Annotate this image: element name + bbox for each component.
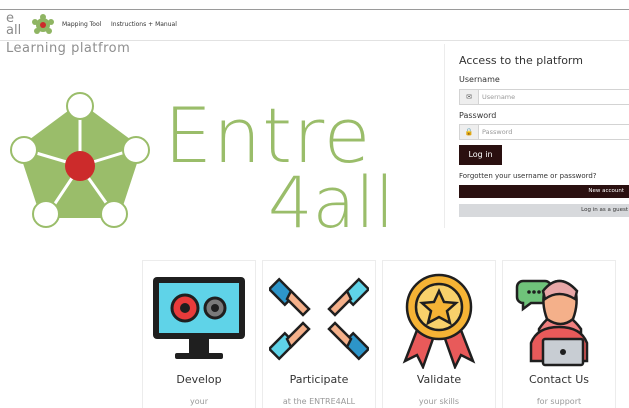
card-develop-title: Develop: [176, 373, 222, 386]
medal-badge-icon: [402, 273, 476, 369]
login-heading: Access to the platform: [459, 54, 583, 67]
nav-mapping-tool[interactable]: Mapping Tool: [62, 21, 101, 28]
card-participate-subtitle: at the ENTRE4ALL: [282, 397, 356, 406]
lock-icon: 🔒: [460, 125, 479, 139]
site-title: Learning platfrom: [6, 41, 131, 56]
card-participate[interactable]: Participate at the ENTRE4ALL: [262, 260, 376, 408]
new-account-button[interactable]: New account: [459, 185, 629, 198]
card-validate[interactable]: Validate your skills: [382, 260, 496, 408]
brand-flower-icon[interactable]: [30, 14, 56, 36]
nav-instructions-manual[interactable]: Instructions + Manual: [111, 21, 177, 28]
top-divider: [0, 9, 629, 10]
password-label: Password: [459, 111, 497, 120]
top-navbar: e all Mapping Tool Instructions + Manual: [0, 0, 629, 41]
card-validate-subtitle: your skills: [418, 397, 460, 406]
card-contact-us[interactable]: Contact Us for support: [502, 260, 616, 408]
forgot-password-link[interactable]: Forgotten your username or password?: [459, 172, 597, 180]
card-develop-subtitle: your: [190, 397, 208, 406]
password-field[interactable]: 🔒 Password: [459, 124, 629, 140]
guest-login-button[interactable]: Log in as a guest: [459, 204, 629, 217]
card-contact-us-subtitle: for support: [536, 397, 582, 406]
login-button[interactable]: Log in: [459, 145, 502, 165]
username-field[interactable]: ✉ Username: [459, 89, 629, 105]
envelope-icon: ✉: [460, 90, 479, 104]
card-contact-us-title: Contact Us: [528, 373, 590, 386]
username-label: Username: [459, 75, 500, 84]
card-participate-title: Participate: [289, 373, 349, 386]
card-validate-title: Validate: [416, 373, 462, 386]
support-agent-icon: [515, 279, 589, 367]
card-develop[interactable]: Develop your: [142, 260, 256, 408]
password-placeholder: Password: [482, 128, 513, 136]
login-panel: Access to the platform Username ✉ Userna…: [444, 44, 629, 228]
computer-gears-icon: [153, 277, 245, 359]
username-placeholder: Username: [482, 93, 516, 101]
hands-teamwork-icon: [269, 277, 369, 361]
hero-title-4all: 4all: [268, 162, 395, 244]
brand-logo-text[interactable]: e all: [6, 12, 21, 37]
entre4all-logo-icon: [10, 92, 150, 228]
